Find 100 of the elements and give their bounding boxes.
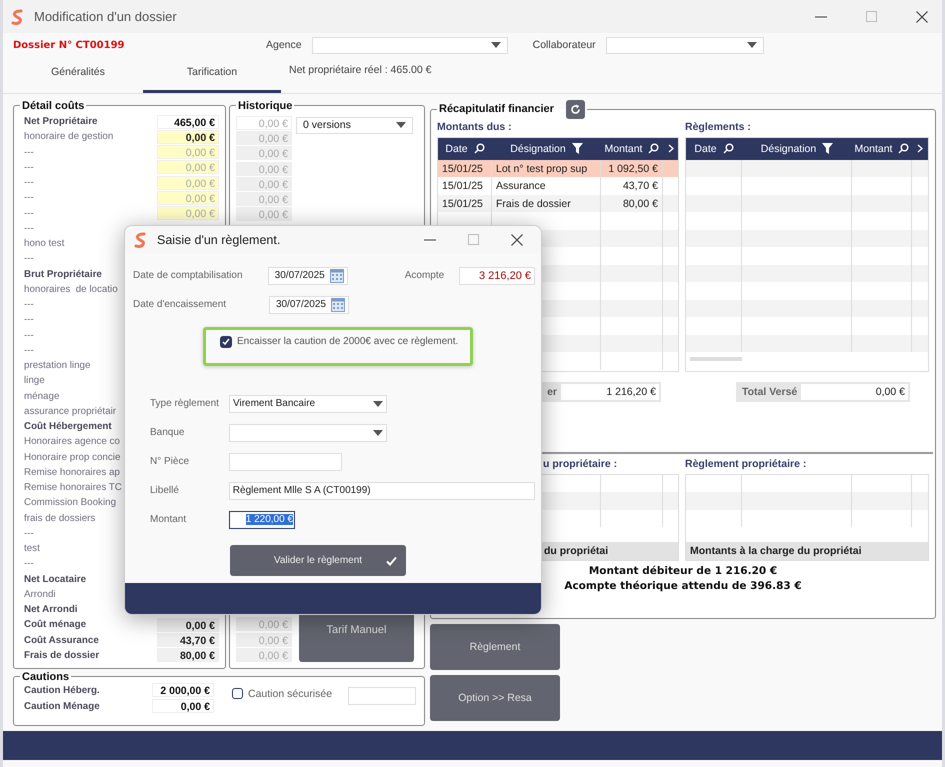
scrollbar[interactable]	[690, 357, 742, 362]
close-icon[interactable]	[916, 10, 928, 23]
cost-label: Remise honoraires ap	[24, 466, 120, 478]
dossier-number: Dossier N° CT00199	[13, 40, 126, 51]
tab[interactable]: Généralités	[13, 56, 143, 93]
total-label: Total Versé	[741, 386, 798, 398]
table-row[interactable]: 15/01/25 Lot n° test prop sup 1 092,50 €	[438, 160, 678, 178]
value-field: 0,00 €	[236, 632, 292, 647]
value-field: 0,00 €	[236, 116, 292, 130]
value-field: 0,00 €	[236, 146, 292, 160]
column-header[interactable]: Désignation	[510, 142, 566, 155]
table-title: Règlement propriétaire :	[685, 458, 808, 470]
cost-label: ---	[24, 558, 34, 570]
cost-label: test	[24, 543, 40, 554]
cost-label: ---	[24, 344, 34, 356]
table-cell: 80,00 €	[601, 194, 663, 212]
filter-icon[interactable]	[572, 143, 583, 154]
total-label: er	[546, 386, 558, 398]
action-button[interactable]: Option >> Resa	[430, 674, 560, 721]
field-label: Libellé	[150, 485, 180, 496]
checkbox[interactable]	[232, 688, 243, 700]
caret-icon	[490, 42, 501, 48]
date-field[interactable]: 30/07/2025	[269, 296, 349, 314]
value-field[interactable]: 2 000,00 €	[152, 683, 214, 698]
tab[interactable]: Tarification	[143, 56, 281, 93]
calendar-icon[interactable]	[330, 268, 344, 283]
table-cell: Lot n° test prop sup	[492, 160, 601, 178]
field-label: Date de comptabilisation	[133, 270, 244, 281]
cost-label: Net Locataire	[24, 574, 86, 585]
cost-label: hono test	[24, 238, 64, 250]
value-field: 80,00 €	[157, 648, 219, 662]
column-header[interactable]: Désignation	[760, 142, 816, 155]
cost-label: Honoraire prop concie	[24, 452, 120, 463]
cost-label: Net Arrondi	[24, 604, 78, 616]
window-title: Modification d'un dossier	[34, 9, 177, 24]
cost-label: Coût Assurance	[24, 634, 99, 646]
value-field: 465,00 €	[157, 114, 219, 129]
cost-label: Arrondi	[24, 588, 56, 600]
column-header[interactable]: Montant	[604, 142, 642, 155]
field-label: Banque	[150, 427, 186, 438]
cost-label: ---	[24, 162, 34, 173]
cost-label: ---	[24, 299, 34, 310]
amount-field[interactable]: 1 220,00 €	[229, 510, 295, 528]
input-field[interactable]	[348, 686, 416, 705]
cost-label: ---	[24, 146, 34, 158]
panel-title: Détail coûts	[21, 100, 86, 112]
validate-button[interactable]: Valider le règlement	[230, 545, 406, 576]
value-field[interactable]: 0,00 €	[152, 699, 214, 714]
field-label: Type règlement	[150, 398, 220, 409]
filter-icon[interactable]	[822, 143, 834, 154]
cost-label: ---	[24, 192, 34, 204]
refresh-button[interactable]	[566, 100, 585, 119]
action-button[interactable]: Règlement	[430, 624, 560, 670]
label-field[interactable]: Règlement Mlle S A (CT00199)	[228, 482, 535, 500]
total-value: 0,00 €	[801, 384, 908, 400]
column-header[interactable]: Montant	[854, 142, 892, 155]
input-field[interactable]	[229, 452, 342, 470]
versions-dropdown[interactable]: 0 versions	[296, 116, 413, 134]
summary-text: Acompte théorique attendu de 396.83 €	[564, 580, 802, 592]
table-title: Règlements :	[685, 120, 752, 133]
deposit-label: Caution Héberg.	[24, 684, 100, 696]
net-owner-amount: Net propriétaire réel : 465.00 €	[289, 64, 432, 78]
field-label: Collaborateur	[532, 39, 596, 52]
column-header[interactable]: Date	[694, 142, 717, 155]
calendar-icon[interactable]	[331, 297, 345, 312]
cost-label: ---	[24, 330, 34, 341]
panel-title: Cautions	[21, 670, 70, 683]
cost-label: prestation linge	[24, 360, 90, 372]
chevron-right-icon[interactable]	[668, 144, 674, 154]
value-field: 0,00 €	[236, 617, 292, 632]
checkbox-label: Encaisser la caution de 2000€ avec ce règlement.	[237, 336, 458, 347]
payment-type-dropdown[interactable]: Virement Bancaire	[229, 394, 387, 412]
caret-icon	[746, 42, 757, 48]
cost-label: Coût ménage	[24, 619, 86, 630]
search-icon[interactable]	[648, 143, 660, 154]
close-icon[interactable]	[511, 234, 523, 246]
cost-label: ---	[24, 177, 34, 188]
value-field: 0,00 €	[236, 162, 292, 176]
caret-icon	[396, 122, 406, 128]
cost-label: ---	[24, 314, 34, 326]
search-icon[interactable]	[722, 143, 734, 154]
chevron-right-icon[interactable]	[917, 144, 923, 154]
cost-label: Coût Hébergement	[24, 421, 112, 432]
field-label: Montant	[150, 514, 188, 525]
search-icon[interactable]	[474, 143, 485, 154]
column-header[interactable]: Date	[445, 142, 468, 155]
cost-label: Commission Booking	[24, 497, 116, 508]
deposit-label: Caution Ménage	[24, 700, 100, 712]
dialog-title: Saisie d'un règlement.	[157, 232, 280, 246]
date-field[interactable]: 30/07/2025	[268, 266, 348, 284]
field-label: Agence	[266, 39, 302, 52]
checkbox[interactable]	[220, 336, 232, 348]
total-value: 1 216,20 €	[561, 384, 659, 400]
table-row[interactable]: 15/01/25 Frais de dossier 80,00 €	[438, 194, 678, 212]
caret-icon	[373, 400, 383, 406]
table-cell: 15/01/25	[438, 160, 492, 178]
value-field[interactable]: 0,00 €	[157, 130, 219, 144]
search-icon[interactable]	[898, 143, 910, 154]
cost-label: ménage	[24, 390, 60, 402]
deposit-field[interactable]: 3 216,20 €	[459, 266, 535, 284]
